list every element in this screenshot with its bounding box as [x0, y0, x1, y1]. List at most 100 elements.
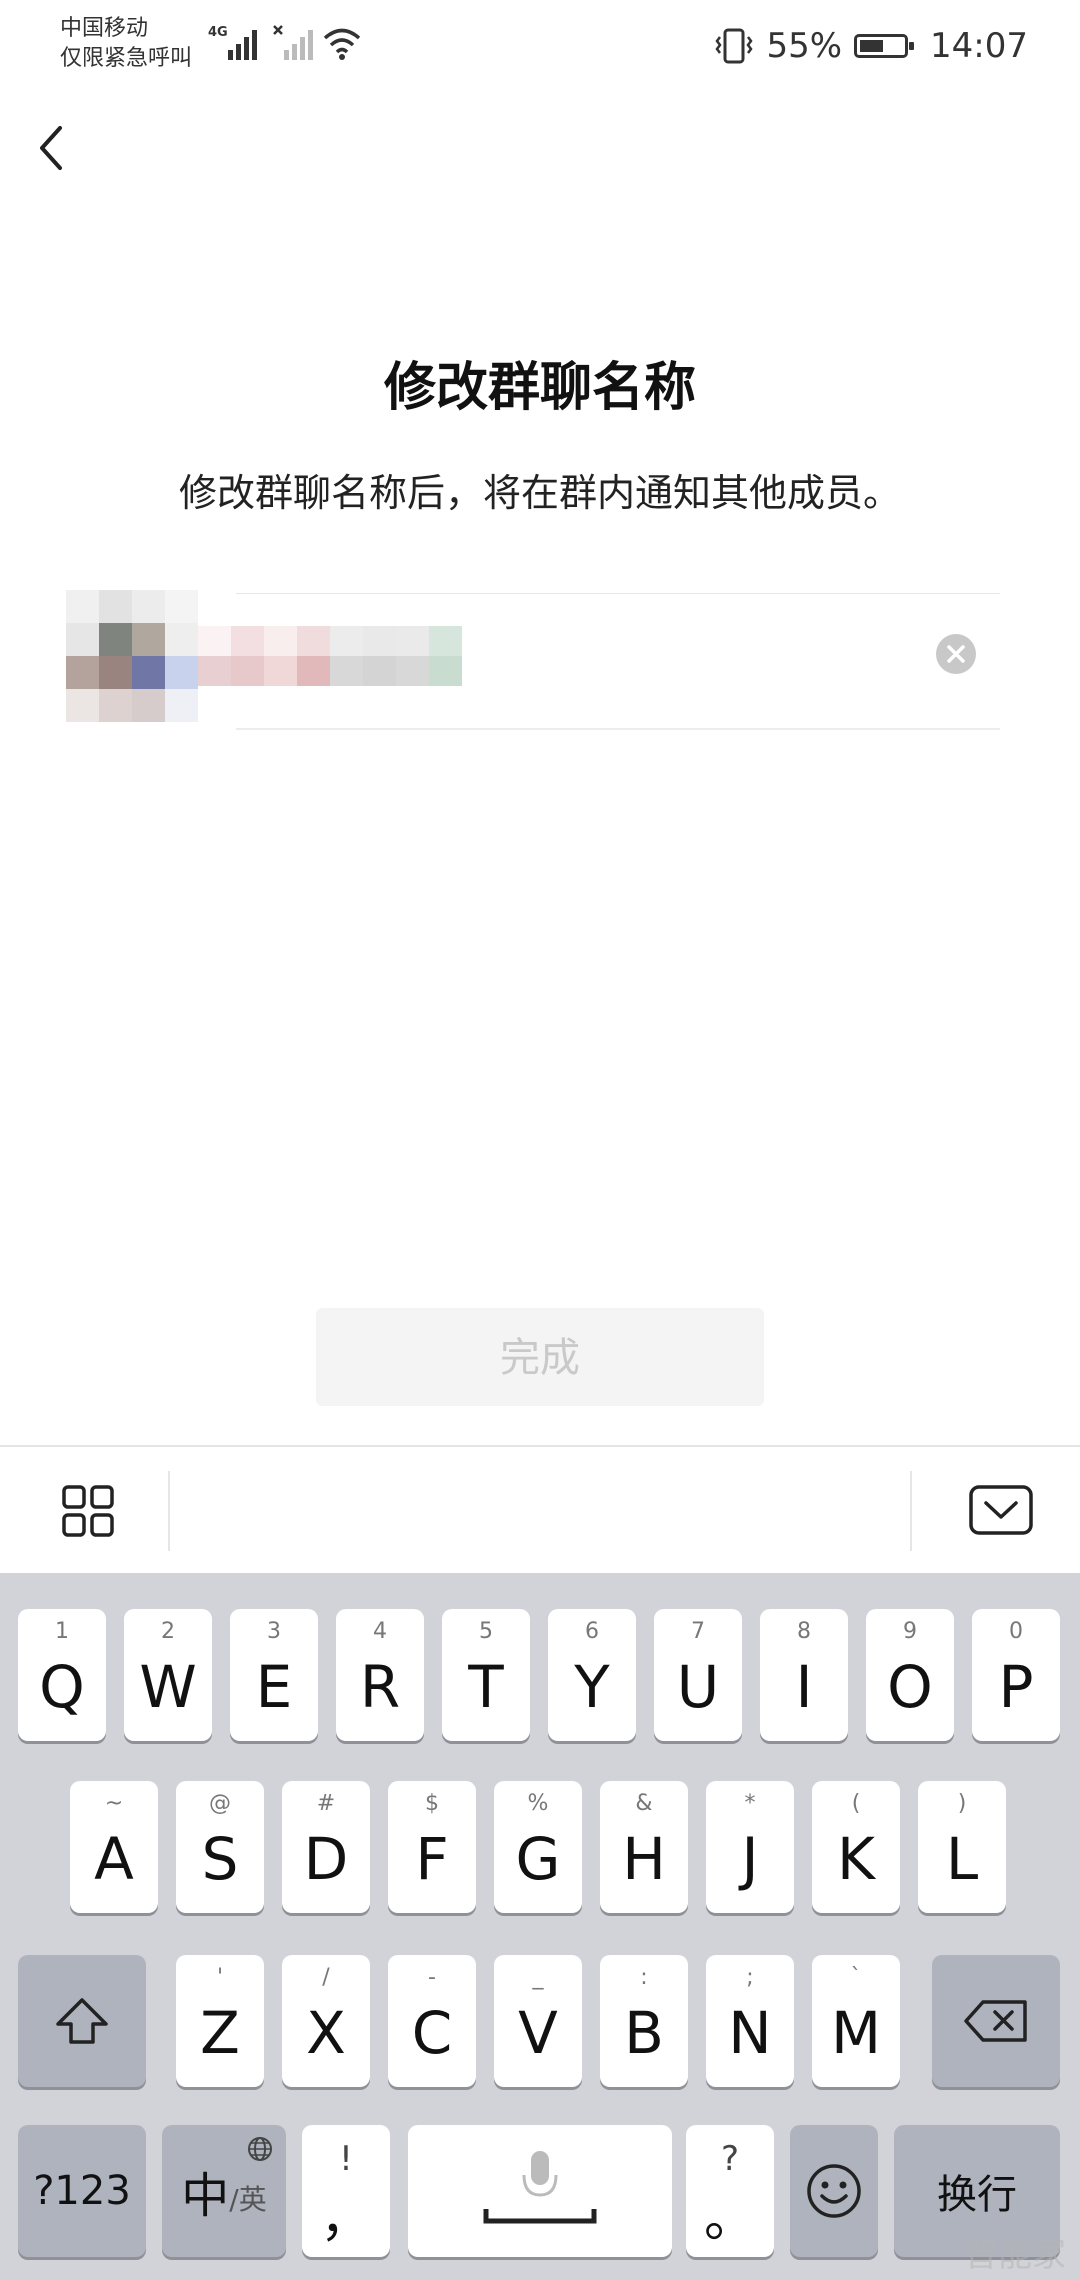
- key-hint: 9: [903, 1619, 917, 1644]
- key-hint: &: [635, 1791, 653, 1816]
- numbers-key[interactable]: ?123: [18, 2125, 146, 2257]
- key-label: C: [411, 1999, 453, 2067]
- key-i[interactable]: 8I: [760, 1609, 848, 1741]
- key-h[interactable]: & H: [600, 1781, 688, 1913]
- key-hint: 2: [161, 1619, 175, 1644]
- key-label: L: [945, 1825, 979, 1893]
- key-label: E: [255, 1653, 293, 1721]
- key-hint: 0: [1009, 1619, 1023, 1644]
- key-hint: _: [532, 1965, 544, 1990]
- clock: 14:07: [930, 26, 1028, 66]
- language-main: 中: [181, 2168, 230, 2224]
- key-p[interactable]: 0P: [972, 1609, 1060, 1741]
- key-hint: ~: [104, 1791, 124, 1816]
- key-g[interactable]: % G: [494, 1781, 582, 1913]
- key-hint: ': [216, 1965, 224, 1990]
- key-r[interactable]: 4R: [336, 1609, 424, 1741]
- clear-button[interactable]: [936, 634, 976, 674]
- comma-key[interactable]: ! ，: [302, 2125, 390, 2257]
- group-name-value: [198, 626, 462, 686]
- clear-icon: [947, 645, 965, 663]
- grid-icon: [62, 1485, 114, 1537]
- key-hint: ): [957, 1791, 967, 1816]
- key-label: H: [622, 1825, 666, 1893]
- key-t[interactable]: 5T: [442, 1609, 530, 1741]
- key-hint: 3: [267, 1619, 281, 1644]
- vibrate-icon: [715, 28, 753, 64]
- comma-label: ，: [319, 2189, 372, 2249]
- key-l[interactable]: ) L: [918, 1781, 1006, 1913]
- key-label: Z: [200, 1999, 240, 2067]
- delete-key[interactable]: [932, 1955, 1060, 2087]
- key-f[interactable]: $ F: [388, 1781, 476, 1913]
- key-b[interactable]: :B: [600, 1955, 688, 2087]
- keyboard: 1Q2W3E4R5T6Y7U8I9O0P ~ A @ S # D $ F% G & H * J(K) L …: [0, 1573, 1080, 2280]
- key-label: G: [515, 1825, 561, 1893]
- emoji-key[interactable]: [790, 2125, 878, 2257]
- keyboard-hide-icon: [969, 1485, 1033, 1535]
- done-button[interactable]: 完成: [316, 1308, 764, 1406]
- key-hint: 4: [373, 1619, 387, 1644]
- key-a[interactable]: ~ A: [70, 1781, 158, 1913]
- signal-empty-icon: [273, 25, 313, 60]
- hide-keyboard-button[interactable]: [966, 1481, 1036, 1541]
- key-hint: 1: [55, 1619, 69, 1644]
- key-v[interactable]: _ V: [494, 1955, 582, 2087]
- period-key[interactable]: ? 。: [686, 2125, 774, 2257]
- key-label: R: [359, 1653, 401, 1721]
- key-label: U: [676, 1653, 720, 1721]
- key-label: D: [303, 1825, 349, 1893]
- chevron-left-icon: [40, 126, 62, 170]
- key-hint: ;: [746, 1965, 754, 1990]
- back-button[interactable]: [28, 118, 88, 178]
- key-c[interactable]: -C: [388, 1955, 476, 2087]
- status-right: 55% 14:07: [714, 22, 1028, 70]
- language-switch-key[interactable]: 中 /英: [162, 2125, 286, 2257]
- key-label: F: [415, 1825, 449, 1893]
- battery-percent: 55%: [766, 26, 843, 66]
- key-hint: (: [851, 1791, 861, 1816]
- key-x[interactable]: / X: [282, 1955, 370, 2087]
- shift-icon: [56, 1998, 108, 2044]
- key-o[interactable]: 9O: [866, 1609, 954, 1741]
- key-label: B: [624, 1999, 664, 2067]
- toolbar-divider: [910, 1471, 912, 1551]
- key-hint: 5: [479, 1619, 493, 1644]
- period-hint: ?: [720, 2139, 740, 2179]
- key-m[interactable]: ` M: [812, 1955, 900, 2087]
- space-key[interactable]: [408, 2125, 672, 2257]
- key-y[interactable]: 6Y: [548, 1609, 636, 1741]
- battery-icon: [854, 34, 915, 58]
- watermark: 智能家: [964, 2235, 1066, 2275]
- keyboard-menu-button[interactable]: [56, 1479, 120, 1543]
- key-label: W: [139, 1653, 197, 1721]
- key-e[interactable]: 3E: [230, 1609, 318, 1741]
- key-k[interactable]: (K: [812, 1781, 900, 1913]
- key-label: O: [887, 1653, 933, 1721]
- network-type: 4G: [208, 25, 228, 40]
- key-label: J: [741, 1825, 759, 1893]
- key-n[interactable]: ; N: [706, 1955, 794, 2087]
- key-label: S: [201, 1825, 239, 1893]
- toolbar-divider: [168, 1471, 170, 1551]
- key-w[interactable]: 2W: [124, 1609, 212, 1741]
- keyboard-toolbar: [0, 1445, 1080, 1575]
- key-q[interactable]: 1Q: [18, 1609, 106, 1741]
- shift-key[interactable]: [18, 1955, 146, 2087]
- page-subtitle: 修改群聊名称后，将在群内通知其他成员。: [178, 471, 901, 515]
- page-title: 修改群聊名称: [383, 358, 696, 418]
- group-name-field[interactable]: [66, 590, 1000, 730]
- status-bar: 中国移动 仅限紧急呼叫 4G 55% 14:07: [0, 0, 1080, 90]
- key-z[interactable]: ' Z: [176, 1955, 264, 2087]
- key-u[interactable]: 7U: [654, 1609, 742, 1741]
- key-j[interactable]: * J: [706, 1781, 794, 1913]
- key-d[interactable]: # D: [282, 1781, 370, 1913]
- language-sub: /英: [229, 2183, 267, 2216]
- key-label: V: [518, 1999, 558, 2067]
- battery-level: [860, 40, 884, 52]
- key-hint: *: [744, 1791, 756, 1816]
- emoji-icon: [807, 2164, 861, 2218]
- signal-icon: 4G: [208, 25, 257, 60]
- key-label: M: [830, 1999, 882, 2067]
- key-s[interactable]: @ S: [176, 1781, 264, 1913]
